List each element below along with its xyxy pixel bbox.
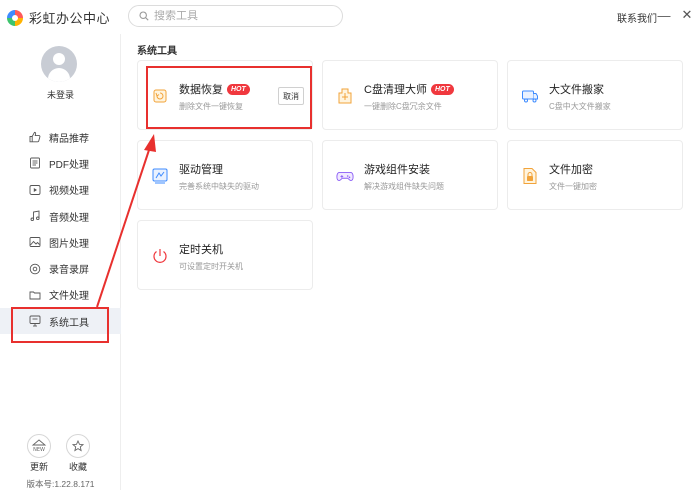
- sidebar-item-label: 图片处理: [49, 238, 89, 250]
- contact-us-link[interactable]: 联系我们: [617, 10, 657, 25]
- sidebar-item-image[interactable]: 图片处理: [0, 229, 121, 255]
- avatar-body-shape: [48, 68, 70, 82]
- driver-icon: [151, 167, 169, 185]
- card-title-text: 文件加密: [549, 164, 593, 176]
- app-title: 彩虹办公中心: [29, 11, 111, 26]
- sidebar-item-recommended[interactable]: 精品推荐: [0, 124, 121, 150]
- card-description: 完善系统中缺失的驱动: [179, 182, 259, 191]
- update-new-icon: NEW: [31, 439, 47, 453]
- card-game-components[interactable]: 游戏组件安装 解决游戏组件缺失问题: [322, 140, 498, 210]
- star-icon: [72, 440, 84, 452]
- card-title: 游戏组件安装: [364, 161, 430, 177]
- app-logo: 彩虹办公中心: [7, 8, 110, 27]
- card-title-text: 定时关机: [179, 244, 223, 256]
- sidebar: 未登录 精品推荐 PDF处理 视频处理 音频处理 图片处理 录音录屏 文件处理 …: [0, 34, 121, 490]
- card-title-text: 游戏组件安装: [364, 164, 430, 176]
- section-title: 系统工具: [137, 46, 177, 57]
- pdf-icon: [29, 157, 41, 169]
- card-description: 可设置定时开关机: [179, 262, 243, 271]
- favorite-button[interactable]: [66, 434, 90, 458]
- sidebar-item-label: 精品推荐: [49, 133, 89, 145]
- file-lock-icon: [521, 167, 539, 185]
- minimize-button[interactable]: —: [655, 6, 673, 24]
- sidebar-item-label: 文件处理: [49, 291, 89, 303]
- search-icon: [139, 11, 149, 21]
- folder-icon: [29, 289, 41, 301]
- sidebar-item-label: PDF处理: [49, 159, 89, 171]
- hot-badge: HOT: [430, 83, 454, 95]
- sidebar-item-record[interactable]: 录音录屏: [0, 255, 121, 281]
- svg-text:NEW: NEW: [33, 447, 45, 453]
- sidebar-nav: 精品推荐 PDF处理 视频处理 音频处理 图片处理 录音录屏 文件处理 系统工具: [0, 124, 121, 335]
- version-label: 版本号:1.22.8.171: [26, 479, 95, 489]
- card-title-text: 驱动管理: [179, 164, 223, 176]
- card-title-text: 大文件搬家: [549, 84, 604, 96]
- sidebar-item-video[interactable]: 视频处理: [0, 177, 121, 203]
- thumbs-up-icon: [29, 131, 41, 143]
- gamepad-icon: [336, 167, 354, 185]
- card-title-text: C盘清理大师: [364, 84, 427, 96]
- avatar-head-shape: [53, 53, 65, 65]
- update-label: 更新: [29, 462, 48, 472]
- card-title: 驱动管理: [179, 161, 223, 177]
- sidebar-item-label: 视频处理: [49, 186, 89, 198]
- card-title: C盘清理大师 HOT: [364, 81, 454, 97]
- search-input[interactable]: [154, 10, 324, 22]
- card-scheduled-shutdown[interactable]: 定时关机 可设置定时开关机: [137, 220, 313, 290]
- card-title: 文件加密: [549, 161, 593, 177]
- image-icon: [29, 236, 41, 248]
- card-description: 一键删除C盘冗余文件: [364, 102, 442, 111]
- video-icon: [29, 184, 41, 196]
- search-box[interactable]: [128, 5, 343, 27]
- card-file-encryption[interactable]: 文件加密 文件一键加密: [507, 140, 683, 210]
- card-description: 解决游戏组件缺失问题: [364, 182, 444, 191]
- sidebar-item-audio[interactable]: 音频处理: [0, 203, 121, 229]
- sidebar-item-file[interactable]: 文件处理: [0, 282, 121, 308]
- card-description: 文件一键加密: [549, 182, 597, 191]
- login-status[interactable]: 未登录: [0, 88, 121, 101]
- record-icon: [29, 263, 41, 275]
- rainbow-logo-icon: [7, 9, 23, 26]
- card-driver-management[interactable]: 驱动管理 完善系统中缺失的驱动: [137, 140, 313, 210]
- close-button[interactable]: ✕: [678, 6, 696, 24]
- update-button[interactable]: NEW: [27, 434, 51, 458]
- favorite-label: 收藏: [68, 462, 87, 472]
- disk-cleanup-icon: [336, 87, 354, 105]
- music-note-icon: [29, 210, 41, 222]
- card-title: 定时关机: [179, 241, 223, 257]
- card-disk-cleanup[interactable]: C盘清理大师 HOT 一键删除C盘冗余文件: [322, 60, 498, 130]
- title-bar: 彩虹办公中心 联系我们 — ✕: [0, 0, 700, 34]
- card-file-move[interactable]: 大文件搬家 C盘中大文件搬家: [507, 60, 683, 130]
- power-icon: [151, 247, 169, 265]
- annotation-highlight-system-tools: [11, 307, 109, 343]
- card-description: C盘中大文件搬家: [549, 102, 611, 111]
- card-title: 大文件搬家: [549, 81, 604, 97]
- sidebar-item-pdf[interactable]: PDF处理: [0, 150, 121, 176]
- avatar[interactable]: [41, 46, 77, 82]
- file-move-icon: [521, 87, 539, 105]
- sidebar-item-label: 音频处理: [49, 212, 89, 224]
- annotation-highlight-data-recovery: [146, 66, 312, 129]
- sidebar-item-label: 录音录屏: [49, 265, 89, 277]
